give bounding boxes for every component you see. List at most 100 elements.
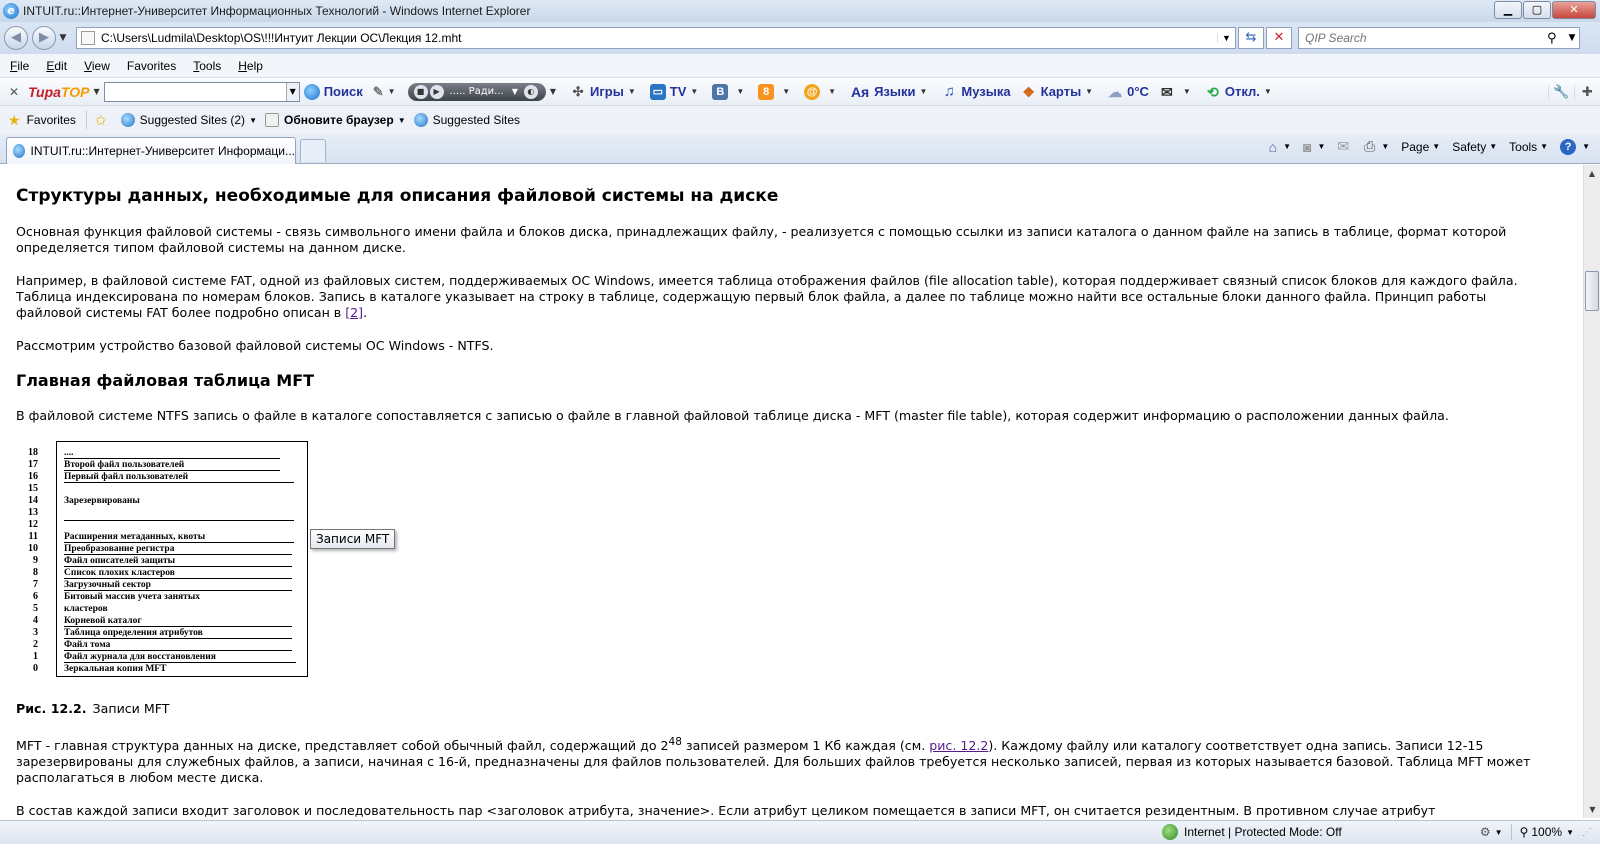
menu-favorites[interactable]: Favorites	[117, 59, 183, 73]
reference-link-2[interactable]: [2]	[345, 305, 363, 320]
figure-link-12-2[interactable]: рис. 12.2	[929, 738, 988, 753]
maps-label: Карты	[1040, 84, 1082, 99]
scroll-down-icon[interactable]: ▼	[1584, 801, 1600, 818]
home-button[interactable]: ⌂ ▼	[1269, 139, 1291, 155]
tv-button[interactable]: ▭ TV ▼	[649, 83, 703, 100]
toolbar-search-dropdown-icon[interactable]: ▼	[285, 82, 299, 101]
radio-station-name[interactable]: ..... Ради...	[450, 86, 504, 97]
games-button[interactable]: ✣ Игры ▼	[570, 84, 640, 100]
maps-dropdown-icon[interactable]: ▼	[1085, 87, 1093, 96]
close-window-button[interactable]: ✕	[1552, 1, 1596, 19]
fav-update-browser[interactable]: Обновите браузер ▼	[264, 113, 406, 127]
maps-button[interactable]: ❖ Карты ▼	[1021, 84, 1097, 100]
mft-number: 5	[33, 603, 38, 614]
back-button[interactable]: ◀	[4, 26, 28, 50]
highlight-button[interactable]: ✎ ▼	[373, 84, 400, 100]
minimize-button[interactable]: ▁	[1494, 1, 1522, 19]
toolbar-search-field[interactable]	[104, 82, 286, 101]
vertical-scrollbar[interactable]: ▲ ▼	[1583, 165, 1600, 818]
history-dropdown-icon[interactable]: ▼	[56, 33, 70, 43]
games-dropdown-icon[interactable]: ▼	[628, 87, 636, 96]
search-input[interactable]	[1303, 30, 1547, 46]
fav-suggested-sites[interactable]: Suggested Sites	[413, 113, 520, 127]
zoom-level[interactable]: 100%	[1531, 825, 1562, 839]
toolbar-close-icon[interactable]: ✕	[6, 85, 22, 99]
fav-dropdown-icon[interactable]: ▼	[249, 116, 257, 125]
fav-dropdown-icon[interactable]: ▼	[398, 116, 406, 125]
safety-dropdown-icon[interactable]: ▼	[1489, 142, 1497, 151]
search-dropdown-icon[interactable]: ▼	[1565, 33, 1579, 43]
weather-button[interactable]: ☁ 0°C	[1107, 84, 1149, 100]
search-button[interactable]: Поиск	[303, 83, 363, 100]
resize-grip-icon[interactable]: ⋰	[1582, 827, 1592, 838]
scroll-up-icon[interactable]: ▲	[1584, 165, 1600, 182]
menu-tools[interactable]: Tools	[183, 59, 228, 73]
menu-edit[interactable]: Edit	[36, 59, 74, 73]
tab-intuit[interactable]: INTUIT.ru::Интернет-Университет Информац…	[6, 137, 296, 164]
tirax-logo[interactable]: ТираТОР	[28, 84, 90, 100]
tv-dropdown-icon[interactable]: ▼	[690, 87, 698, 96]
mail-button[interactable]: @ ▼	[804, 83, 840, 100]
print-button[interactable]: ⎙ ▼	[1364, 138, 1389, 155]
disable-dropdown-icon[interactable]: ▼	[1264, 87, 1272, 96]
radio-dropdown-icon[interactable]: ▼	[512, 87, 518, 96]
print-dropdown-icon[interactable]: ▼	[1381, 142, 1389, 151]
toolbar-search-input[interactable]: ▼	[103, 81, 300, 102]
tools-menu-button[interactable]: Tools ▼	[1509, 140, 1548, 154]
vk-dropdown-icon[interactable]: ▼	[736, 87, 744, 96]
music-button[interactable]: ♫ Музыка	[941, 83, 1011, 100]
feeds-button[interactable]: ◙ ▼	[1303, 139, 1325, 155]
odnoklassniki-button[interactable]: 8 ▼	[758, 83, 794, 100]
add-to-favorites-button[interactable]: ✩	[95, 112, 113, 129]
vkontakte-button[interactable]: B ▼	[712, 83, 748, 100]
feeds-dropdown-icon[interactable]: ▼	[1317, 142, 1325, 151]
radio-stop-icon[interactable]: ■	[413, 84, 428, 99]
mft-desc-b: записей размером 1 Кб каждая (см.	[681, 738, 930, 754]
compatibility-refresh-button[interactable]: ⇆	[1238, 27, 1264, 49]
stop-button[interactable]: ✕	[1266, 27, 1292, 49]
protected-mode-icon[interactable]: ⚙	[1480, 825, 1491, 839]
mail-notify-dropdown-icon[interactable]: ▼	[1183, 87, 1191, 96]
menu-view[interactable]: View	[74, 59, 117, 73]
fav-suggested-sites-2[interactable]: Suggested Sites (2) ▼	[120, 113, 257, 127]
ok-dropdown-icon[interactable]: ▼	[782, 87, 790, 96]
languages-button[interactable]: Ая Языки ▼	[850, 84, 931, 100]
page-dropdown-icon[interactable]: ▼	[1432, 142, 1440, 151]
help-dropdown-icon[interactable]: ▼	[1582, 142, 1590, 151]
home-dropdown-icon[interactable]: ▼	[1283, 142, 1291, 151]
search-icon[interactable]: ⚲	[1547, 31, 1565, 46]
wrench-icon[interactable]: 🔧	[1548, 84, 1574, 100]
radio-menu-dropdown-icon[interactable]: ▼	[550, 87, 556, 96]
disable-button[interactable]: ⟲ Откл. ▼	[1205, 84, 1276, 100]
address-dropdown-icon[interactable]: ▼	[1217, 33, 1235, 43]
favorites-button[interactable]: ★ Favorites	[8, 112, 76, 129]
paragraph-fat: Например, в файловой системе FAT, одной …	[16, 273, 1535, 321]
mft-number: 6	[33, 591, 38, 602]
security-zone[interactable]: Internet | Protected Mode: Off	[1162, 824, 1342, 840]
maximize-button[interactable]: ▢	[1523, 1, 1551, 19]
read-mail-button[interactable]: ✉	[1337, 138, 1352, 155]
highlight-dropdown-icon[interactable]: ▼	[388, 87, 396, 96]
menu-help[interactable]: Help	[228, 59, 270, 73]
logo-dropdown-icon[interactable]: ▼	[94, 87, 100, 96]
radio-player[interactable]: ■ ▶ ..... Ради... ▼ ◐	[407, 82, 546, 101]
help-button[interactable]: ? ▼	[1560, 138, 1590, 155]
add-icon[interactable]: ✚	[1574, 84, 1600, 100]
address-field[interactable]: C:\Users\Ludmila\Desktop\OS\!!!Интуит Ле…	[76, 27, 1236, 49]
address-url[interactable]: C:\Users\Ludmila\Desktop\OS\!!!Интуит Ле…	[101, 31, 1217, 45]
menu-file[interactable]: File	[0, 59, 36, 73]
mail-dropdown-icon[interactable]: ▼	[828, 87, 836, 96]
zoom-dropdown-icon[interactable]: ▼	[1566, 828, 1574, 837]
tools-dropdown-icon[interactable]: ▼	[1540, 142, 1548, 151]
safety-menu-button[interactable]: Safety ▼	[1452, 140, 1497, 154]
protected-mode-dropdown-icon[interactable]: ▼	[1495, 828, 1503, 837]
radio-volume-icon[interactable]: ◐	[523, 84, 538, 99]
languages-dropdown-icon[interactable]: ▼	[919, 87, 927, 96]
page-menu-button[interactable]: Page ▼	[1401, 140, 1440, 154]
search-box[interactable]: ⚲ ▼	[1298, 27, 1580, 49]
forward-button[interactable]: ▶	[32, 26, 56, 50]
radio-play-icon[interactable]: ▶	[429, 84, 444, 99]
new-tab-button[interactable]	[300, 139, 326, 162]
mail-notify-button[interactable]: ✉ ▼	[1159, 84, 1195, 100]
scroll-thumb[interactable]	[1585, 271, 1599, 311]
